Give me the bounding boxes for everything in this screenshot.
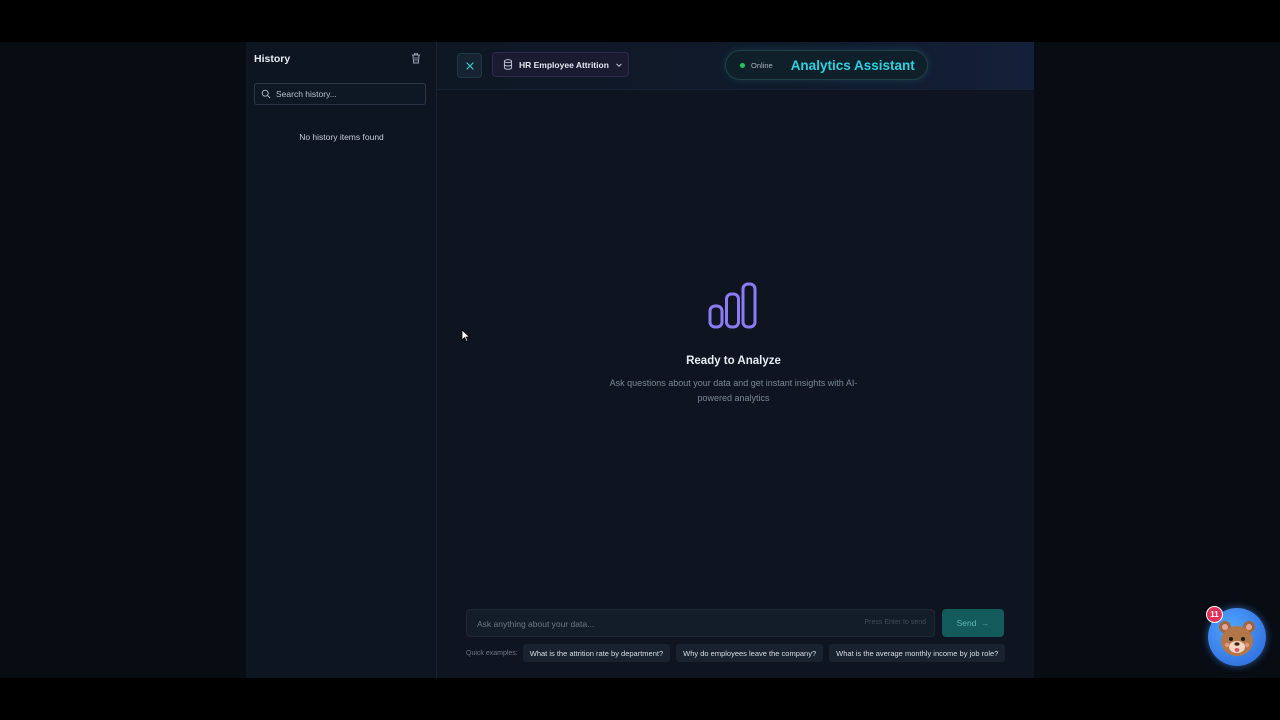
notification-badge: 11 [1206,606,1223,623]
quick-examples: Quick examples: What is the attrition ra… [466,644,1011,662]
dataset-selector[interactable]: HR Employee Attrition [492,52,629,77]
quick-example-chip[interactable]: What is the average monthly income by jo… [829,644,1006,662]
backdrop-left [0,42,246,678]
history-title: History [254,53,291,65]
history-search-input[interactable] [276,89,416,99]
arrow-right-icon: → [981,618,990,628]
assistant-status-pill: Online Analytics Assistant [725,50,928,80]
empty-state-subtitle: Ask questions about your data and get in… [609,378,858,403]
online-status-dot [740,62,745,68]
send-label: Send [956,618,977,628]
dataset-label: HR Employee Attrition [519,59,609,70]
chevron-down-icon [616,62,622,67]
screen: History No history items found [0,0,1280,720]
chat-input-field[interactable]: Press Enter to send [466,609,935,637]
history-search-field[interactable] [254,83,426,105]
search-icon [261,89,271,99]
send-button[interactable]: Send → [942,609,1004,637]
empty-state-title: Ready to Analyze [686,355,781,367]
app-frame: History No history items found [0,42,1280,678]
online-status-label: Online [751,60,773,70]
close-sidebar-button[interactable] [457,53,482,78]
top-bar: HR Employee Attrition Online Analytics A… [437,42,1034,90]
bear-mascot-icon [1219,621,1255,656]
chat-input[interactable] [477,616,837,632]
bar-chart-icon [708,282,757,329]
trash-icon[interactable] [409,51,423,65]
backdrop-right [1034,42,1280,678]
database-icon [503,59,513,70]
quick-example-chip[interactable]: What is the attrition rate by department… [522,644,671,662]
history-sidebar: History No history items found [246,42,437,678]
close-icon [465,61,474,70]
mouse-cursor-icon [461,329,471,343]
assistant-title: Analytics Assistant [790,57,915,73]
quick-example-chip[interactable]: Why do employees leave the company? [676,644,824,662]
quick-examples-label: Quick examples: [466,649,518,657]
main-panel: HR Employee Attrition Online Analytics A… [437,42,1034,678]
empty-history-message: No history items found [299,132,384,142]
enter-hint: Press Enter to send [864,619,926,626]
